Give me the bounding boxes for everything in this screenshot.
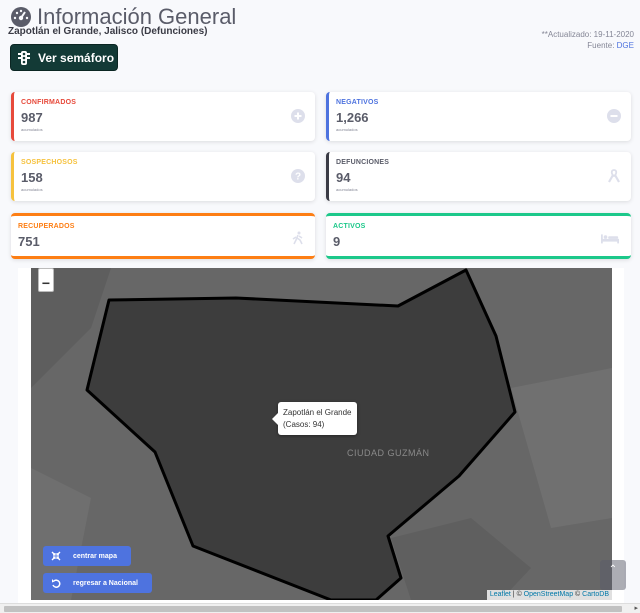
card-sub: acumulados: [21, 187, 43, 192]
ribbon-icon: [608, 169, 620, 183]
attribution-separator: | ©: [510, 591, 524, 598]
leaflet-link[interactable]: Leaflet: [490, 591, 511, 598]
horizontal-scrollbar[interactable]: ▸: [0, 603, 640, 613]
card-sospechosos: SOSPECHOSOS 158 acumulados ?: [11, 152, 315, 201]
cartodb-link[interactable]: CartoDB: [582, 591, 609, 598]
walking-icon: [292, 231, 303, 245]
tooltip-cases: (Casos: 94): [283, 420, 325, 429]
card-value: 9: [333, 234, 341, 249]
semaforo-label: Ver semáforo: [38, 50, 115, 65]
card-confirmados: CONFIRMADOS 987 acumulados: [11, 92, 315, 141]
updated-date: **Actualizado: 19-11-2020: [541, 30, 634, 39]
card-label: SOSPECHOSOS: [21, 159, 78, 166]
traffic-light-icon: [18, 50, 30, 65]
scrollbar-thumb[interactable]: [4, 606, 622, 612]
card-label: NEGATIVOS: [336, 99, 379, 106]
card-value: 158: [21, 170, 43, 185]
card-value: 1,266: [336, 110, 369, 125]
card-sub: acumulados: [336, 127, 358, 132]
scroll-to-top-button[interactable]: ⌃: [600, 560, 626, 590]
source-line: Fuente: DGE: [542, 40, 634, 51]
question-circle-icon: ?: [291, 169, 305, 183]
back-national-button[interactable]: regresar a Nacional: [43, 573, 152, 593]
update-info: **Actualizado: 19-11-2020 Fuente: DGE: [542, 29, 634, 51]
minus-circle-icon: [607, 109, 621, 123]
card-label: CONFIRMADOS: [21, 99, 77, 106]
map-attribution: Leaflet | © OpenStreetMap © CartoDB: [486, 590, 612, 600]
compress-icon: [51, 551, 61, 561]
osm-link[interactable]: OpenStreetMap: [524, 591, 573, 598]
center-map-button[interactable]: centrar mapa: [43, 546, 131, 566]
zoom-control: −: [38, 268, 54, 292]
card-defunciones: DEFUNCIONES 94 acumulados: [326, 152, 631, 201]
card-label: RECUPERADOS: [18, 223, 75, 230]
card-recuperados: RECUPERADOS 751: [11, 213, 315, 259]
tachometer-icon: [11, 7, 31, 27]
card-sub: acumulados: [336, 187, 358, 192]
chevron-up-icon: ⌃: [608, 564, 618, 575]
card-label: DEFUNCIONES: [336, 159, 390, 166]
attribution-separator: ©: [573, 591, 583, 598]
zoom-out-button[interactable]: −: [39, 276, 53, 291]
card-value: 94: [336, 170, 351, 185]
card-sub: acumulados: [21, 127, 43, 132]
tooltip-title: Zapotlán el Grande: [283, 408, 352, 417]
card-value: 987: [21, 110, 43, 125]
scroll-right-icon[interactable]: ▸: [634, 604, 638, 612]
map-tooltip: Zapotlán el Grande (Casos: 94): [272, 402, 357, 435]
card-activos: ACTIVOS 9: [326, 213, 631, 259]
card-negativos: NEGATIVOS 1,266 acumulados: [326, 92, 631, 141]
semaforo-button[interactable]: Ver semáforo: [10, 44, 118, 71]
bed-icon: [601, 234, 619, 244]
center-map-label: centrar mapa: [73, 552, 117, 560]
source-prefix: Fuente:: [587, 41, 615, 50]
source-link[interactable]: DGE: [617, 41, 634, 50]
location-subtitle: Zapotlán el Grande, Jalisco (Defunciones…: [8, 26, 208, 37]
plus-circle-icon: [291, 109, 305, 123]
card-label: ACTIVOS: [333, 223, 366, 230]
card-value: 751: [18, 234, 40, 249]
city-label: CIUDAD GUZMÁN: [347, 448, 430, 458]
svg-text:?: ?: [295, 172, 301, 183]
back-national-label: regresar a Nacional: [73, 579, 138, 587]
header: Información General Zapotlán el Grande, …: [0, 0, 640, 268]
undo-icon: [52, 579, 61, 588]
